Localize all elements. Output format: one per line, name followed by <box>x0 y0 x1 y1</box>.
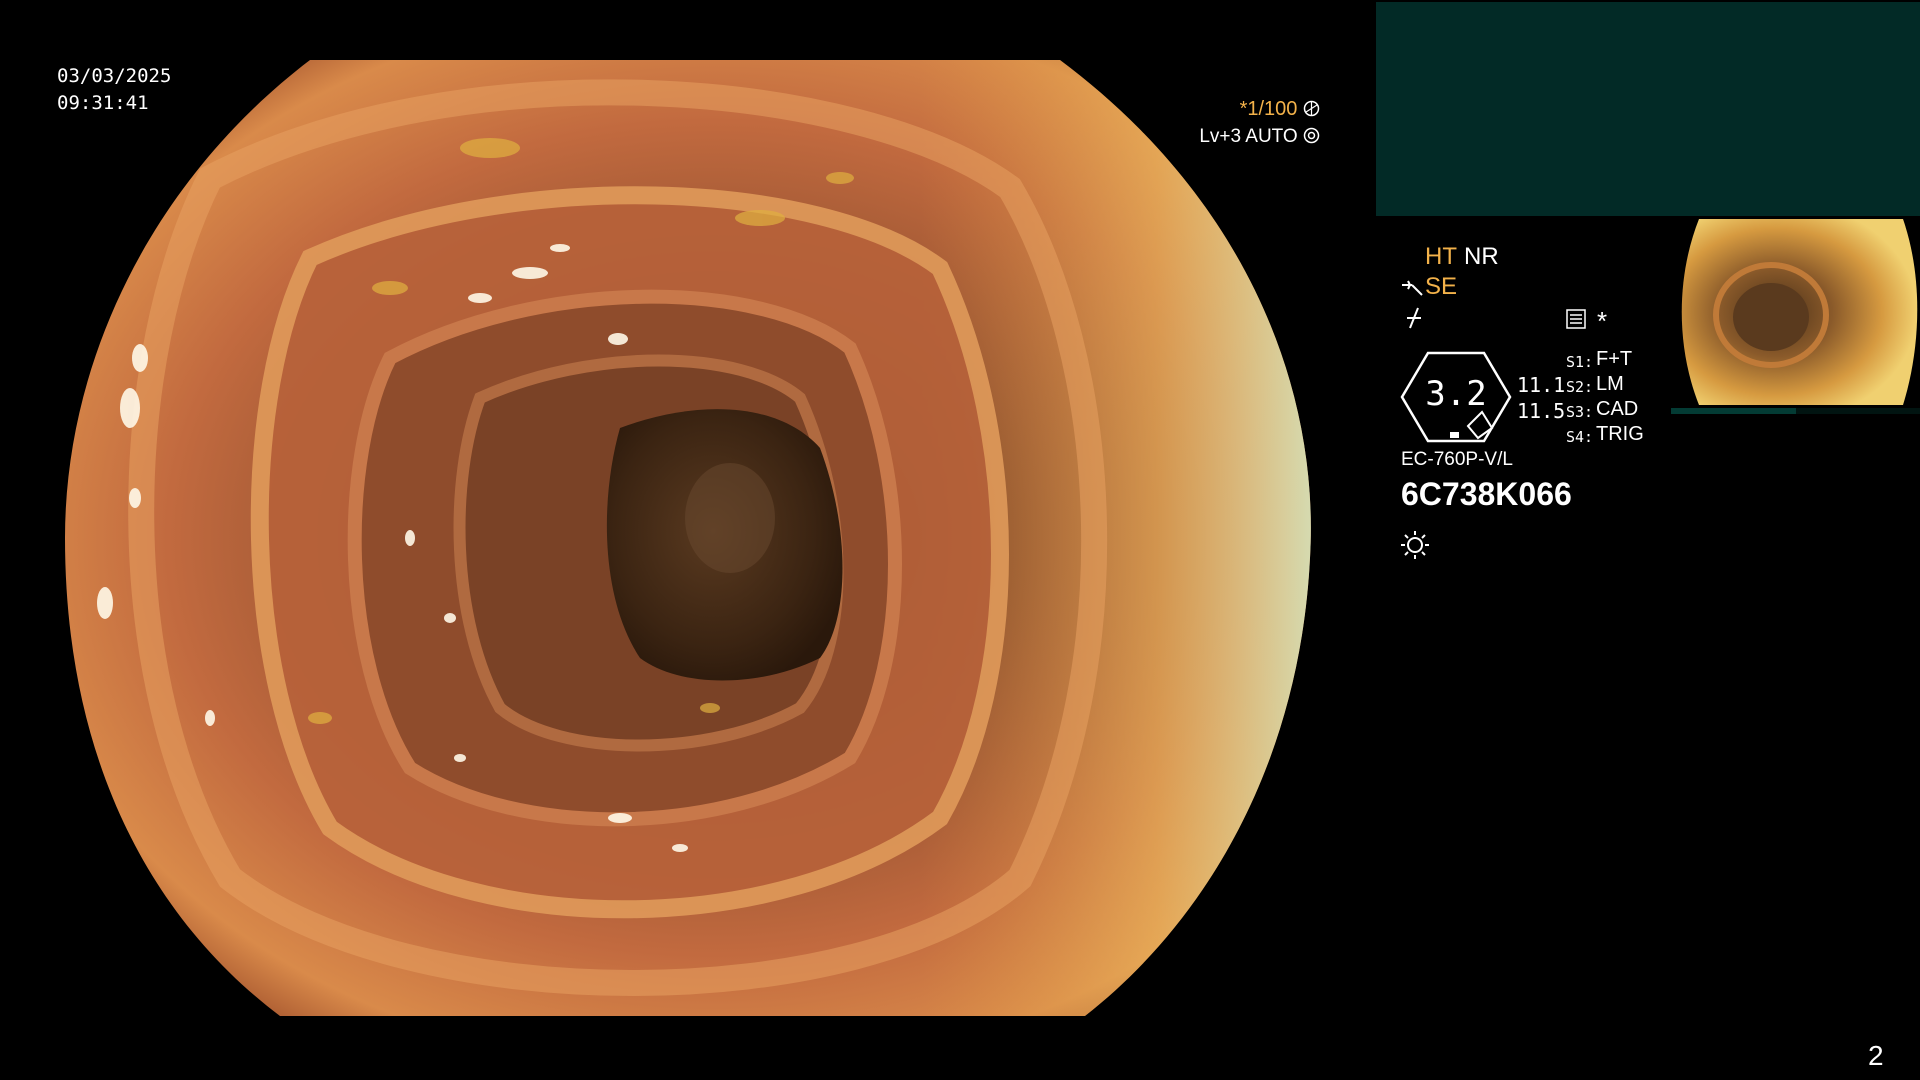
iris-icon <box>1303 127 1320 144</box>
colon-lumen-image <box>65 60 1311 1016</box>
scope-model: EC-760P-V/L <box>1401 449 1513 470</box>
time-text: 09:31:41 <box>57 92 149 114</box>
endoscope-view <box>60 58 1315 1018</box>
thumbnail-bar-dark <box>1796 408 1920 414</box>
switch-key-3: S3: <box>1566 403 1594 421</box>
thumbnail-preview <box>1671 217 1920 407</box>
reference-panel <box>1376 2 1920 216</box>
thumbnail-image <box>1681 219 1918 405</box>
value-1: 11.1 <box>1517 373 1566 397</box>
nr-indicator: NR <box>1464 243 1499 270</box>
switch-key-4: S4: <box>1566 428 1594 446</box>
level-line: Lv+3 AUTO <box>1185 126 1320 148</box>
switch-key-1: S1: <box>1566 353 1594 371</box>
switch-value-3: CAD <box>1596 398 1639 420</box>
shutter-zoom-line: *1/100 <box>1195 98 1320 121</box>
datetime: 03/03/2025 09:31:41 <box>57 63 171 117</box>
scope-serial: 6C738K066 <box>1401 476 1572 512</box>
switch-value-2: LM <box>1596 373 1624 395</box>
se-indicator: SE <box>1425 273 1458 300</box>
flash-icon <box>1407 307 1421 329</box>
ht-indicator: HT <box>1425 243 1457 270</box>
shutter-icon <box>1303 100 1320 117</box>
hex-value: 3.2 <box>1425 374 1487 414</box>
menu-icon <box>1566 309 1586 329</box>
thumbnail-bar <box>1671 408 1796 414</box>
date-text: 03/03/2025 <box>57 65 172 87</box>
value-2: 11.5 <box>1517 399 1566 423</box>
wand-icon <box>1402 280 1423 296</box>
zoom-value: *1/100 <box>1239 98 1298 120</box>
sun-icon <box>1401 531 1429 559</box>
switch-key-2: S2: <box>1566 378 1594 396</box>
page-number: 2 <box>1868 1040 1884 1071</box>
switch-value-4: TRIG <box>1596 423 1644 445</box>
asterisk-indicator: * <box>1597 306 1608 336</box>
switch-value-1: F+T <box>1596 348 1633 370</box>
level-value: Lv+3 AUTO <box>1199 126 1298 147</box>
